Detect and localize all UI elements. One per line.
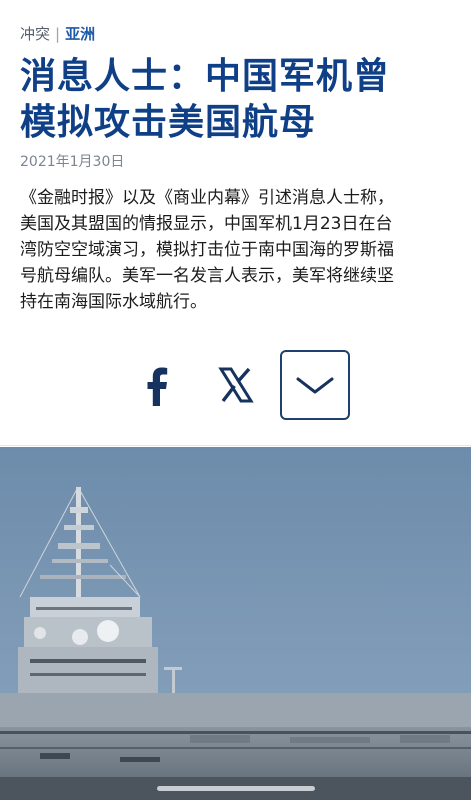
article-page: 冲突 | 亚洲 消息人士：中国军机曾 模拟攻击美国航母 2021年1月30日 《金融… [0,0,471,800]
body-line-5: 持在南海国际水域航行。 [20,292,207,312]
headline-line-2: 模拟攻击美国航母 [20,102,317,143]
breadcrumb-region-link[interactable]: 亚洲 [65,25,95,43]
aircraft-carrier-photo[interactable] [0,447,471,800]
article-body: 《金融时报》以及《商业内幕》引述消息人士称， 美国及其盟国的情报显示，中国军机1… [20,185,460,315]
body-line-3: 湾防空空域演习，模拟打击位于南中国海的罗斯福 [20,240,394,260]
headline-line-1: 消息人士：中国军机曾 [20,56,391,97]
breadcrumb: 冲突 | 亚洲 [20,24,95,44]
section-divider [0,445,471,446]
x-icon [218,367,254,403]
publish-date: 2021年1月30日 [20,154,125,170]
body-line-2: 美国及其盟国的情报显示，中国军机1月23日在台 [20,214,393,234]
aircraft-carrier-image [0,447,471,800]
facebook-share-button[interactable] [140,364,176,408]
facebook-icon [147,367,168,406]
breadcrumb-separator: | [55,25,61,43]
chevron-down-icon [296,377,334,394]
body-line-4: 号航母编队。美军一名发言人表示，美军将继续坚 [20,266,394,286]
article-headline: 消息人士：中国军机曾 模拟攻击美国航母 [20,54,460,146]
share-bar [0,350,471,422]
breadcrumb-section-link[interactable]: 冲突 [20,25,50,43]
x-share-button[interactable] [218,366,254,404]
more-share-options-button[interactable] [280,350,350,420]
body-line-1: 《金融时报》以及《商业内幕》引述消息人士称， [20,188,394,208]
home-indicator[interactable] [157,786,315,791]
